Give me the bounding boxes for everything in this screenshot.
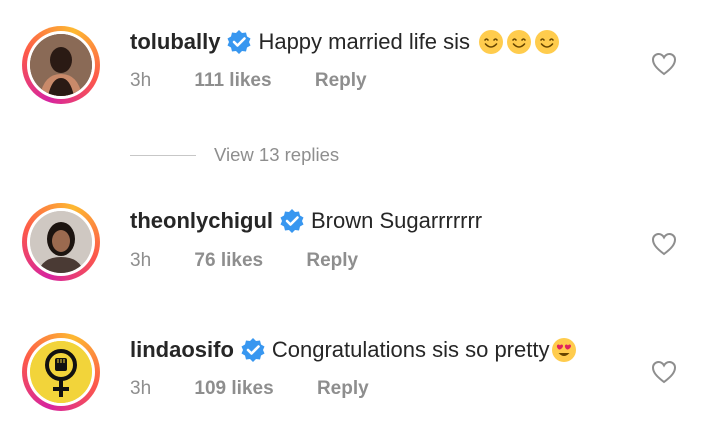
verified-badge-icon xyxy=(241,338,265,362)
likes-count[interactable]: 109 likes xyxy=(194,378,273,400)
divider xyxy=(130,154,196,156)
username[interactable]: theonlychigul xyxy=(130,208,273,234)
verified-badge-icon xyxy=(280,209,304,233)
like-heart-icon[interactable] xyxy=(650,358,678,386)
heart-eyes-face-icon xyxy=(552,338,577,362)
profile-photo xyxy=(30,211,92,273)
smiling-face-icon xyxy=(478,30,503,54)
comment-time: 3h xyxy=(130,70,152,91)
reply-button[interactable]: Reply xyxy=(306,250,358,272)
profile-photo xyxy=(30,34,92,96)
smiling-face-icon xyxy=(534,30,559,54)
avatar[interactable] xyxy=(22,333,100,411)
smiling-face-icon xyxy=(506,30,531,54)
avatar[interactable] xyxy=(22,26,100,104)
verified-badge-icon xyxy=(227,30,251,54)
like-heart-icon[interactable] xyxy=(650,230,678,258)
reply-button[interactable]: Reply xyxy=(315,70,367,92)
comment-text: Happy married life sis xyxy=(258,29,470,54)
likes-count[interactable]: 76 likes xyxy=(194,250,263,272)
view-replies-toggle[interactable]: View 13 replies xyxy=(130,143,339,167)
avatar[interactable] xyxy=(22,203,100,281)
comment-text: Congratulations sis so pretty xyxy=(271,337,550,362)
comment-time: 3h xyxy=(130,378,152,399)
comment-time: 3h xyxy=(130,250,152,271)
like-heart-icon[interactable] xyxy=(650,50,678,78)
female-fist-symbol-icon xyxy=(30,341,92,403)
likes-count[interactable]: 111 likes xyxy=(194,70,271,92)
username[interactable]: tolubally xyxy=(130,29,220,55)
reply-button[interactable]: Reply xyxy=(317,378,369,400)
username[interactable]: lindaosifo xyxy=(130,337,234,363)
comment-text: Brown Sugarrrrrrr xyxy=(311,208,483,233)
view-replies-label[interactable]: View 13 replies xyxy=(214,144,339,166)
